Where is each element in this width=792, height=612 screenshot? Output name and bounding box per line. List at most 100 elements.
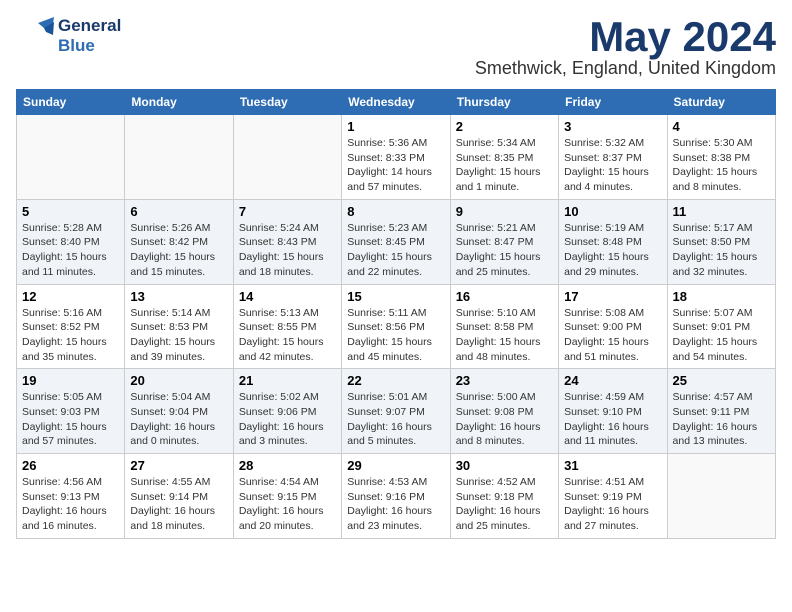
table-row: 30 Sunrise: 4:52 AM Sunset: 9:18 PM Dayli… (450, 454, 558, 539)
day-info: Sunrise: 5:14 AM Sunset: 8:53 PM Dayligh… (130, 306, 227, 365)
table-row: 9Sunrise: 5:21 AM Sunset: 8:47 PM Daylig… (450, 199, 558, 284)
day-info: Sunrise: 5:05 AM Sunset: 9:03 PM Dayligh… (22, 390, 119, 449)
day-info: Sunrise: 5:07 AM Sunset: 9:01 PM Dayligh… (673, 306, 770, 365)
day-info: Sunrise: 5:08 AM Sunset: 9:00 PM Dayligh… (564, 306, 661, 365)
table-row: 26 Sunrise: 4:56 AM Sunset: 9:13 PM Dayli… (17, 454, 125, 539)
table-row: 25 Sunrise: 4:57 AM Sunset: 9:11 PM Dayli… (667, 369, 775, 454)
day-info: Sunrise: 4:52 AM Sunset: 9:18 PM Dayligh… (456, 475, 553, 534)
table-row: 20Sunrise: 5:04 AM Sunset: 9:04 PM Dayli… (125, 369, 233, 454)
day-number: 30 (456, 458, 553, 473)
table-row: 21 Sunrise: 5:02 AM Sunset: 9:06 PM Dayli… (233, 369, 341, 454)
logo-blue: Blue (58, 36, 121, 56)
day-number: 7 (239, 204, 336, 219)
day-number: 20 (130, 373, 227, 388)
day-info: Sunrise: 5:13 AM Sunset: 8:55 PM Dayligh… (239, 306, 336, 365)
table-row: 1 Sunrise: 5:36 AM Sunset: 8:33 PM Daylig… (342, 115, 450, 200)
calendar-week-3: 12 Sunrise: 5:16 AM Sunset: 8:52 PM Dayli… (17, 284, 776, 369)
day-number: 17 (564, 289, 661, 304)
day-number: 25 (673, 373, 770, 388)
table-row: 28 Sunrise: 4:54 AM Sunset: 9:15 PM Dayli… (233, 454, 341, 539)
day-number: 19 (22, 373, 119, 388)
logo-text: General Blue (58, 16, 121, 57)
day-number: 3 (564, 119, 661, 134)
day-info: Sunrise: 4:53 AM Sunset: 9:16 PM Dayligh… (347, 475, 444, 534)
calendar-week-5: 26 Sunrise: 4:56 AM Sunset: 9:13 PM Dayli… (17, 454, 776, 539)
table-row: 17 Sunrise: 5:08 AM Sunset: 9:00 PM Dayli… (559, 284, 667, 369)
day-info: Sunrise: 5:23 AM Sunset: 8:45 PM Dayligh… (347, 221, 444, 280)
table-row: 14 Sunrise: 5:13 AM Sunset: 8:55 PM Dayli… (233, 284, 341, 369)
day-info: Sunrise: 5:17 AM Sunset: 8:50 PM Dayligh… (673, 221, 770, 280)
logo-general: General (58, 16, 121, 36)
table-row: 13Sunrise: 5:14 AM Sunset: 8:53 PM Dayli… (125, 284, 233, 369)
subtitle: Smethwick, England, United Kingdom (475, 58, 776, 79)
day-info: Sunrise: 5:34 AM Sunset: 8:35 PM Dayligh… (456, 136, 553, 195)
day-info: Sunrise: 4:55 AM Sunset: 9:14 PM Dayligh… (130, 475, 227, 534)
day-info: Sunrise: 5:21 AM Sunset: 8:47 PM Dayligh… (456, 221, 553, 280)
table-row (17, 115, 125, 200)
day-number: 16 (456, 289, 553, 304)
day-number: 26 (22, 458, 119, 473)
day-info: Sunrise: 4:56 AM Sunset: 9:13 PM Dayligh… (22, 475, 119, 534)
col-saturday: Saturday (667, 90, 775, 115)
day-info: Sunrise: 5:16 AM Sunset: 8:52 PM Dayligh… (22, 306, 119, 365)
logo: General Blue (16, 16, 121, 57)
calendar-week-1: 1 Sunrise: 5:36 AM Sunset: 8:33 PM Daylig… (17, 115, 776, 200)
day-info: Sunrise: 5:00 AM Sunset: 9:08 PM Dayligh… (456, 390, 553, 449)
day-number: 10 (564, 204, 661, 219)
table-row: 10Sunrise: 5:19 AM Sunset: 8:48 PM Dayli… (559, 199, 667, 284)
day-number: 21 (239, 373, 336, 388)
day-number: 27 (130, 458, 227, 473)
day-number: 6 (130, 204, 227, 219)
day-info: Sunrise: 4:57 AM Sunset: 9:11 PM Dayligh… (673, 390, 770, 449)
table-row: 29 Sunrise: 4:53 AM Sunset: 9:16 PM Dayli… (342, 454, 450, 539)
day-number: 4 (673, 119, 770, 134)
col-sunday: Sunday (17, 90, 125, 115)
day-info: Sunrise: 5:30 AM Sunset: 8:38 PM Dayligh… (673, 136, 770, 195)
col-wednesday: Wednesday (342, 90, 450, 115)
col-monday: Monday (125, 90, 233, 115)
table-row (233, 115, 341, 200)
day-info: Sunrise: 5:11 AM Sunset: 8:56 PM Dayligh… (347, 306, 444, 365)
day-number: 22 (347, 373, 444, 388)
day-number: 29 (347, 458, 444, 473)
calendar: Sunday Monday Tuesday Wednesday Thursday… (16, 89, 776, 539)
calendar-header-row: Sunday Monday Tuesday Wednesday Thursday… (17, 90, 776, 115)
table-row: 23 Sunrise: 5:00 AM Sunset: 9:08 PM Dayli… (450, 369, 558, 454)
page-container: General Blue May 2024 Smethwick, England… (16, 16, 776, 539)
day-info: Sunrise: 5:02 AM Sunset: 9:06 PM Dayligh… (239, 390, 336, 449)
table-row (125, 115, 233, 200)
day-info: Sunrise: 5:36 AM Sunset: 8:33 PM Dayligh… (347, 136, 444, 195)
day-number: 12 (22, 289, 119, 304)
logo-bird-icon (16, 17, 54, 55)
day-info: Sunrise: 4:54 AM Sunset: 9:15 PM Dayligh… (239, 475, 336, 534)
day-number: 14 (239, 289, 336, 304)
day-number: 2 (456, 119, 553, 134)
table-row: 3Sunrise: 5:32 AM Sunset: 8:37 PM Daylig… (559, 115, 667, 200)
day-number: 8 (347, 204, 444, 219)
table-row: 4 Sunrise: 5:30 AM Sunset: 8:38 PM Daylig… (667, 115, 775, 200)
day-number: 28 (239, 458, 336, 473)
day-number: 1 (347, 119, 444, 134)
title-block: May 2024 Smethwick, England, United King… (475, 16, 776, 79)
table-row: 2 Sunrise: 5:34 AM Sunset: 8:35 PM Daylig… (450, 115, 558, 200)
table-row: 11Sunrise: 5:17 AM Sunset: 8:50 PM Dayli… (667, 199, 775, 284)
table-row: 12 Sunrise: 5:16 AM Sunset: 8:52 PM Dayli… (17, 284, 125, 369)
day-number: 24 (564, 373, 661, 388)
calendar-week-2: 5Sunrise: 5:28 AM Sunset: 8:40 PM Daylig… (17, 199, 776, 284)
calendar-week-4: 19 Sunrise: 5:05 AM Sunset: 9:03 PM Dayli… (17, 369, 776, 454)
table-row: 18Sunrise: 5:07 AM Sunset: 9:01 PM Dayli… (667, 284, 775, 369)
day-info: Sunrise: 4:59 AM Sunset: 9:10 PM Dayligh… (564, 390, 661, 449)
table-row: 7 Sunrise: 5:24 AM Sunset: 8:43 PM Daylig… (233, 199, 341, 284)
day-info: Sunrise: 5:24 AM Sunset: 8:43 PM Dayligh… (239, 221, 336, 280)
day-number: 31 (564, 458, 661, 473)
col-thursday: Thursday (450, 90, 558, 115)
day-number: 23 (456, 373, 553, 388)
day-info: Sunrise: 5:26 AM Sunset: 8:42 PM Dayligh… (130, 221, 227, 280)
day-info: Sunrise: 4:51 AM Sunset: 9:19 PM Dayligh… (564, 475, 661, 534)
table-row: 5Sunrise: 5:28 AM Sunset: 8:40 PM Daylig… (17, 199, 125, 284)
table-row: 31 Sunrise: 4:51 AM Sunset: 9:19 PM Dayli… (559, 454, 667, 539)
table-row: 27 Sunrise: 4:55 AM Sunset: 9:14 PM Dayli… (125, 454, 233, 539)
day-number: 15 (347, 289, 444, 304)
table-row: 22Sunrise: 5:01 AM Sunset: 9:07 PM Dayli… (342, 369, 450, 454)
table-row: 16Sunrise: 5:10 AM Sunset: 8:58 PM Dayli… (450, 284, 558, 369)
